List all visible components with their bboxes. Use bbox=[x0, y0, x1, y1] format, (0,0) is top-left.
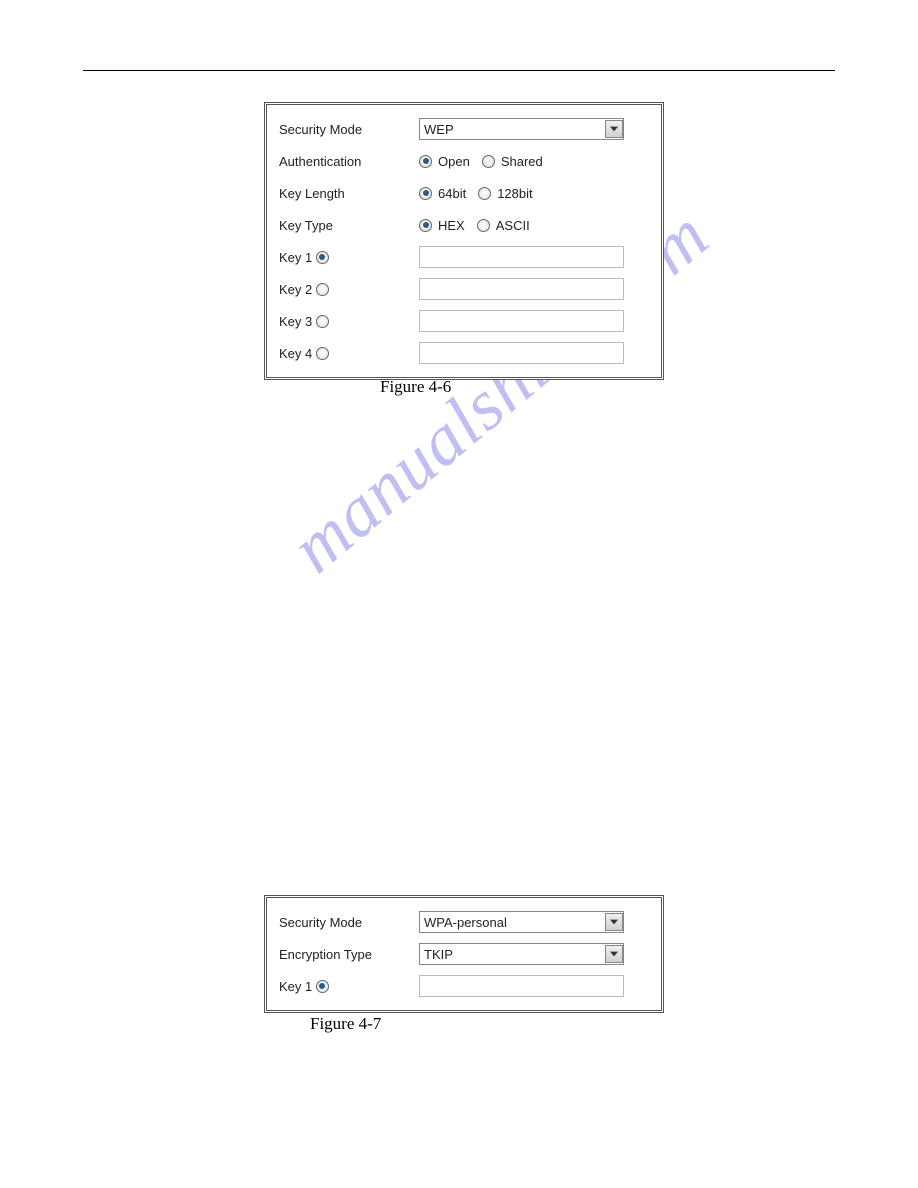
key2-input[interactable] bbox=[419, 278, 624, 300]
wep-security-panel: Security Mode WEP Authentication Open Sh… bbox=[264, 102, 664, 380]
keylength-128bit-label: 128bit bbox=[497, 186, 532, 201]
keytype-hex-radio[interactable] bbox=[419, 219, 432, 232]
key4-radio[interactable] bbox=[316, 347, 329, 360]
encryption-type-value: TKIP bbox=[424, 947, 453, 962]
security-mode-label-2: Security Mode bbox=[279, 915, 419, 930]
chevron-down-icon bbox=[605, 913, 623, 931]
key2-radio[interactable] bbox=[316, 283, 329, 296]
key1-input[interactable] bbox=[419, 246, 624, 268]
key4-input[interactable] bbox=[419, 342, 624, 364]
keylength-128bit-radio[interactable] bbox=[478, 187, 491, 200]
key3-label: Key 3 bbox=[279, 314, 312, 329]
key1-label: Key 1 bbox=[279, 250, 312, 265]
auth-shared-label: Shared bbox=[501, 154, 543, 169]
key2-label: Key 2 bbox=[279, 282, 312, 297]
keylength-64bit-radio[interactable] bbox=[419, 187, 432, 200]
chevron-down-icon bbox=[605, 945, 623, 963]
keytype-ascii-radio[interactable] bbox=[477, 219, 490, 232]
keytype-hex-label: HEX bbox=[438, 218, 465, 233]
key1-input-2[interactable] bbox=[419, 975, 624, 997]
security-mode-label: Security Mode bbox=[279, 122, 419, 137]
encryption-type-select[interactable]: TKIP bbox=[419, 943, 624, 965]
keylength-64bit-label: 64bit bbox=[438, 186, 466, 201]
key3-input[interactable] bbox=[419, 310, 624, 332]
authentication-label: Authentication bbox=[279, 154, 419, 169]
auth-open-label: Open bbox=[438, 154, 470, 169]
security-mode-select[interactable]: WEP bbox=[419, 118, 624, 140]
chevron-down-icon bbox=[605, 120, 623, 138]
keytype-ascii-label: ASCII bbox=[496, 218, 530, 233]
horizontal-rule bbox=[83, 70, 835, 71]
key1-label-2: Key 1 bbox=[279, 979, 312, 994]
auth-open-radio[interactable] bbox=[419, 155, 432, 168]
security-mode-value-2: WPA-personal bbox=[424, 915, 507, 930]
figure-caption-1: Figure 4-6 bbox=[380, 377, 451, 397]
key-length-label: Key Length bbox=[279, 186, 419, 201]
auth-shared-radio[interactable] bbox=[482, 155, 495, 168]
key3-radio[interactable] bbox=[316, 315, 329, 328]
key-type-label: Key Type bbox=[279, 218, 419, 233]
wpa-security-panel: Security Mode WPA-personal Encryption Ty… bbox=[264, 895, 664, 1013]
security-mode-value: WEP bbox=[424, 122, 454, 137]
figure-caption-2: Figure 4-7 bbox=[310, 1014, 381, 1034]
key4-label: Key 4 bbox=[279, 346, 312, 361]
security-mode-select-2[interactable]: WPA-personal bbox=[419, 911, 624, 933]
key1-radio-2[interactable] bbox=[316, 980, 329, 993]
encryption-type-label: Encryption Type bbox=[279, 947, 419, 962]
key1-radio[interactable] bbox=[316, 251, 329, 264]
